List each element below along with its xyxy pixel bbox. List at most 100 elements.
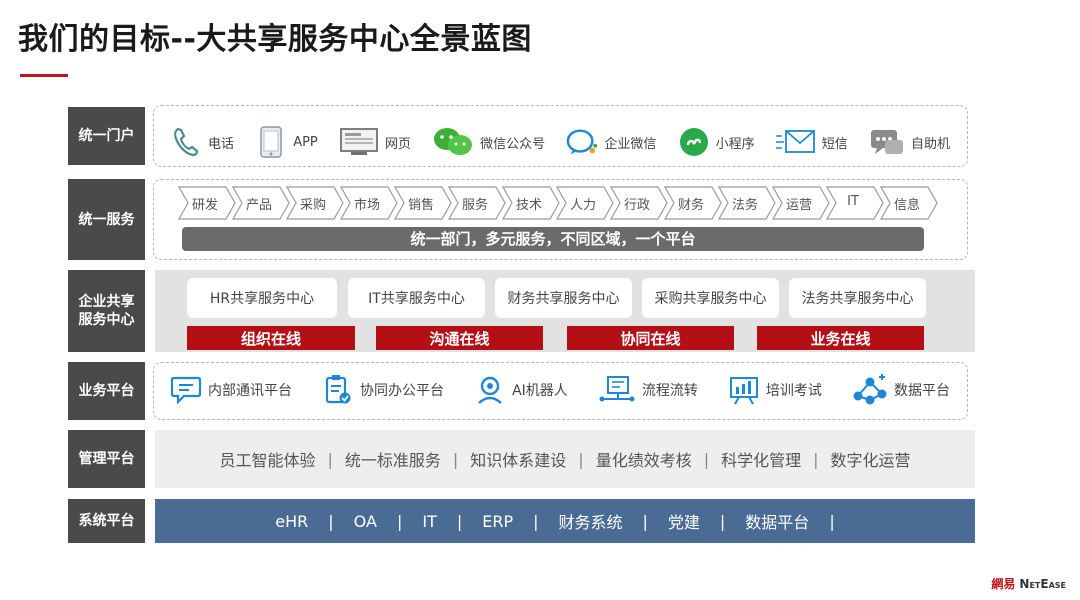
row-label-management: 管理平台 — [68, 430, 145, 488]
system-items: eHR | OA | IT | ERP | 财务系统 | 党建 | 数据平台 | — [155, 499, 975, 543]
center-card-legal[interactable]: 法务共享服务中心 — [789, 278, 926, 318]
management-item: 知识体系建设 — [470, 451, 567, 470]
service-chevron-label: 研发 — [191, 198, 218, 213]
phone-icon — [170, 126, 202, 158]
business-item-label: 流程流转 — [641, 383, 698, 399]
management-item: 统一标准服务 — [344, 451, 441, 470]
system-item: OA — [353, 511, 377, 531]
separator: | — [578, 449, 584, 469]
workflow-icon — [598, 374, 636, 406]
portal-item-label: 自助机 — [910, 136, 950, 152]
separator: | — [533, 511, 539, 531]
row-label-service: 统一服务 — [68, 179, 145, 260]
netease-logo: 網易 NetEase — [991, 575, 1066, 592]
portal-item-webpage[interactable]: 网页 — [339, 126, 411, 158]
separator: | — [719, 511, 726, 531]
portal-item-label: 电话 — [208, 136, 235, 152]
portal-items: 电话 APP 网页 微信公众号 企业微信 小程序 短信 自助机 — [170, 120, 950, 164]
row-label-shared-line2: 服务中心 — [78, 312, 135, 328]
service-chevron[interactable]: 法务 — [718, 186, 776, 220]
management-item: 量化绩效考核 — [595, 451, 692, 470]
service-chevron[interactable]: 采购 — [286, 186, 344, 220]
management-items: 员工智能体验 | 统一标准服务 | 知识体系建设 | 量化绩效考核 | 科学化管理 | 数… — [155, 430, 975, 488]
robot-icon — [474, 374, 506, 406]
center-card-finance[interactable]: 财务共享服务中心 — [495, 278, 632, 318]
separator: | — [703, 449, 710, 469]
business-item-collab-office[interactable]: 协同办公平台 — [322, 374, 444, 406]
portal-item-mini-program[interactable]: 小程序 — [678, 126, 755, 158]
service-chevron-label: 服务 — [461, 198, 488, 213]
business-item-data[interactable]: 数据平台 — [852, 374, 950, 406]
service-chevron-label: 人力 — [569, 198, 596, 213]
portal-item-sms[interactable]: 短信 — [775, 126, 848, 158]
center-card-hr[interactable]: HR共享服务中心 — [187, 278, 337, 318]
service-chevron[interactable]: 服务 — [448, 186, 506, 220]
portal-item-kiosk[interactable]: 自助机 — [869, 126, 950, 158]
service-chevron-label: 行政 — [623, 198, 650, 213]
system-item: eHR — [275, 511, 309, 531]
page-title: 我们的目标--大共享服务中心全景蓝图 — [18, 22, 532, 57]
training-icon — [728, 374, 760, 406]
separator: | — [327, 449, 333, 469]
separator: | — [328, 511, 334, 531]
mini-program-icon — [678, 126, 710, 158]
service-chevron-label: IT — [847, 194, 859, 209]
data-icon — [852, 374, 888, 406]
row-label-system: 系统平台 — [68, 499, 145, 543]
portal-item-wechat[interactable]: 微信公众号 — [432, 126, 545, 158]
service-chevron[interactable]: 销售 — [394, 186, 452, 220]
netease-logo-cn: 網易 — [991, 577, 1016, 591]
netease-logo-text: NetEase — [1019, 576, 1066, 591]
webpage-icon — [339, 126, 379, 158]
management-item: 员工智能体验 — [219, 451, 316, 470]
portal-item-enterprise-wechat[interactable]: 企业微信 — [566, 126, 656, 158]
separator: | — [813, 449, 819, 469]
sms-icon — [775, 126, 816, 158]
service-chevron-label: 产品 — [245, 198, 272, 213]
business-item-label: AI机器人 — [512, 383, 568, 399]
online-bar-communication: 沟通在线 — [376, 326, 543, 350]
enterprise-wechat-icon — [566, 126, 598, 158]
system-item: 党建 — [667, 513, 700, 532]
service-chevron[interactable]: 研发 — [178, 186, 236, 220]
business-item-label: 内部通讯平台 — [208, 383, 292, 399]
service-chevron-label: 运营 — [785, 198, 812, 213]
service-chevron[interactable]: 信息 — [880, 186, 938, 220]
separator: | — [642, 511, 648, 531]
service-chevron[interactable]: 市场 — [340, 186, 398, 220]
system-item: ERP — [482, 511, 514, 531]
business-item-workflow[interactable]: 流程流转 — [598, 374, 698, 406]
service-chevron[interactable]: 产品 — [232, 186, 290, 220]
title-underline — [20, 74, 68, 77]
service-chevron[interactable]: 技术 — [502, 186, 560, 220]
service-chevron[interactable]: 运营 — [772, 186, 830, 220]
business-item-label: 培训考试 — [765, 383, 822, 399]
service-chevron-label: 财务 — [677, 198, 704, 213]
service-chevron[interactable]: 财务 — [664, 186, 722, 220]
business-item-ai-robot[interactable]: AI机器人 — [474, 374, 568, 406]
row-label-portal: 统一门户 — [68, 107, 145, 165]
service-chevron[interactable]: 人力 — [556, 186, 614, 220]
service-chevron-label: 市场 — [353, 198, 380, 213]
service-chevron[interactable]: 行政 — [610, 186, 668, 220]
row-label-shared-line1: 企业共享 — [78, 294, 135, 310]
portal-item-label: 网页 — [384, 136, 411, 152]
service-chevron[interactable]: IT — [826, 186, 884, 220]
row-label-shared: 企业共享 服务中心 — [68, 270, 145, 352]
center-card-procurement[interactable]: 采购共享服务中心 — [642, 278, 779, 318]
portal-item-label: 企业微信 — [604, 136, 657, 152]
portal-item-app[interactable]: APP — [255, 126, 318, 158]
service-chevron-label: 技术 — [515, 198, 542, 213]
chat-icon — [170, 374, 202, 406]
center-card-it[interactable]: IT共享服务中心 — [348, 278, 485, 318]
portal-item-phone[interactable]: 电话 — [170, 126, 234, 158]
business-item-internal-comm[interactable]: 内部通讯平台 — [170, 374, 292, 406]
service-chevron-label: 法务 — [731, 198, 758, 213]
clipboard-icon — [322, 374, 354, 406]
separator: | — [456, 511, 463, 531]
portal-item-label: 微信公众号 — [480, 136, 546, 152]
business-item-training[interactable]: 培训考试 — [728, 374, 822, 406]
separator: | — [452, 449, 459, 469]
service-chevron-label: 采购 — [299, 198, 326, 213]
app-icon — [255, 126, 287, 158]
